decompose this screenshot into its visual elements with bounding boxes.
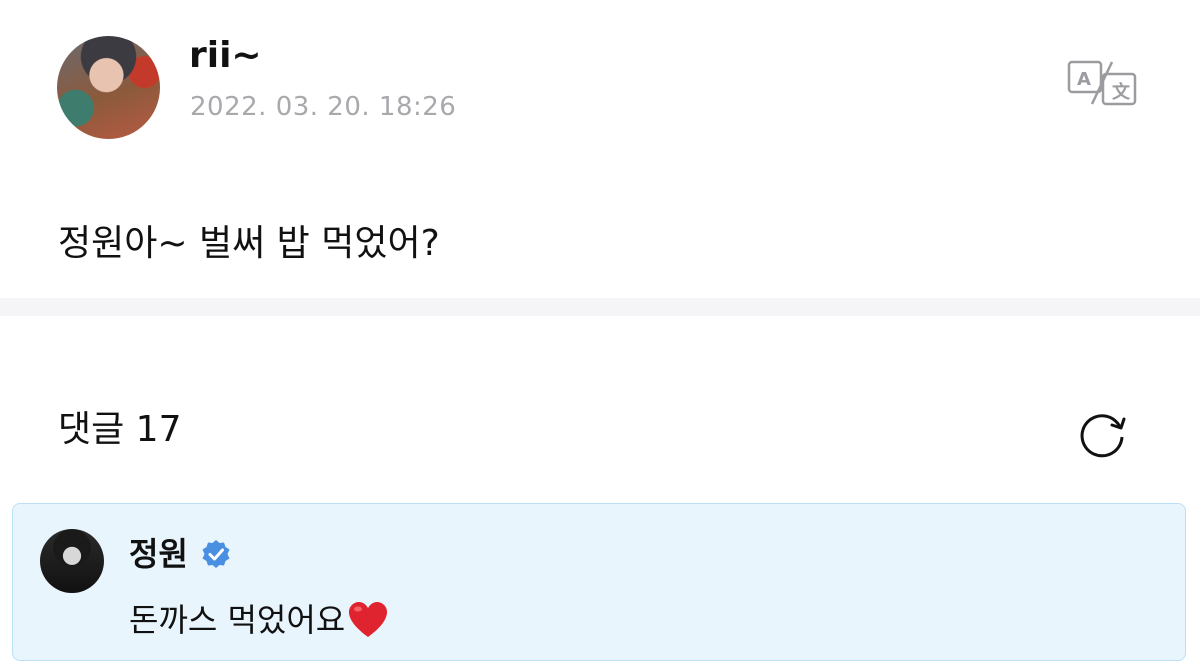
- svg-text:A: A: [1077, 69, 1091, 90]
- refresh-button[interactable]: [1074, 405, 1130, 461]
- avatar[interactable]: [57, 36, 160, 139]
- post-username[interactable]: rii~: [189, 38, 262, 74]
- commenter-row: 정원: [129, 532, 232, 576]
- avatar[interactable]: [40, 529, 104, 593]
- post-header: rii~ 2022. 03. 20. 18:26 A 文: [0, 0, 1200, 170]
- heart-icon: [349, 602, 388, 637]
- translate-icon: A 文: [1067, 60, 1137, 106]
- translate-button[interactable]: A 文: [1066, 58, 1138, 108]
- section-divider: [0, 298, 1200, 316]
- verified-badge-icon: [202, 540, 230, 568]
- comment-card[interactable]: 정원 돈까스 먹었어요: [12, 503, 1186, 661]
- comment-body: 돈까스 먹었어요: [129, 600, 389, 640]
- refresh-icon: [1080, 414, 1126, 458]
- post-timestamp: 2022. 03. 20. 18:26: [190, 92, 457, 122]
- svg-text:文: 文: [1112, 81, 1131, 103]
- comment-text: 돈까스 먹었어요: [129, 600, 346, 639]
- post-text: 정원아~ 벌써 밥 먹었어?: [58, 223, 440, 264]
- commenter-name[interactable]: 정원: [129, 538, 188, 570]
- comments-count: 댓글 17: [58, 409, 182, 450]
